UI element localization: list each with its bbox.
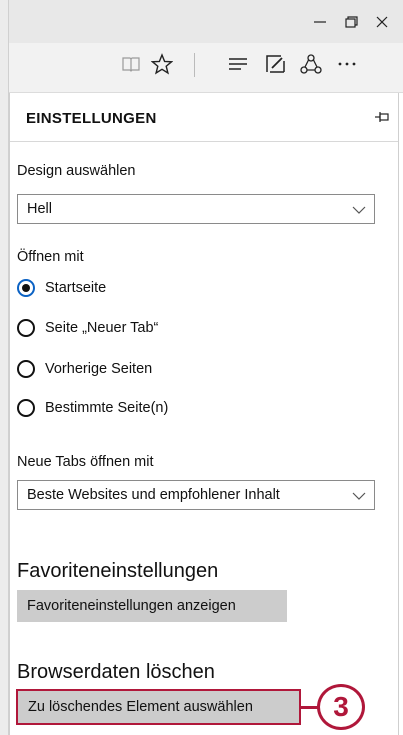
web-note-icon[interactable] — [262, 51, 288, 77]
radio-startseite[interactable]: Startseite — [17, 276, 106, 300]
title-bar — [9, 0, 403, 43]
chevron-down-icon — [352, 203, 366, 215]
toolbar-divider — [194, 53, 195, 77]
design-select-value: Hell — [27, 201, 52, 217]
share-icon[interactable] — [298, 51, 324, 77]
radio-button-checked[interactable] — [17, 279, 35, 297]
radio-vorherige-seiten[interactable]: Vorherige Seiten — [17, 357, 152, 381]
restore-icon[interactable] — [340, 14, 362, 30]
more-icon[interactable] — [334, 51, 360, 77]
open-with-label: Öffnen mit — [17, 249, 84, 265]
settings-header: EINSTELLUNGEN — [10, 93, 398, 142]
radio-bestimmte-seiten[interactable]: Bestimmte Seite(n) — [17, 396, 168, 420]
radio-button[interactable] — [17, 360, 35, 378]
radio-label: Bestimmte Seite(n) — [45, 400, 169, 416]
minimize-icon[interactable] — [309, 14, 331, 30]
radio-button[interactable] — [17, 399, 35, 417]
radio-neuer-tab[interactable]: Seite „Neuer Tab“ — [17, 316, 158, 340]
radio-label: Startseite — [45, 280, 107, 296]
browser-toolbar — [9, 43, 403, 93]
callout-highlight-frame — [16, 689, 301, 725]
new-tabs-select-value: Beste Websites und empfohlener Inhalt — [27, 487, 280, 503]
hub-icon[interactable] — [225, 51, 251, 77]
page-edge — [0, 0, 9, 735]
callout-number-badge: 3 — [317, 684, 365, 730]
design-select[interactable]: Hell — [17, 194, 375, 224]
pin-icon[interactable] — [374, 109, 390, 125]
reading-view-icon[interactable] — [118, 51, 144, 77]
close-icon[interactable] — [371, 14, 393, 30]
radio-label: Seite „Neuer Tab“ — [45, 320, 159, 336]
favorites-star-icon[interactable] — [149, 51, 175, 77]
new-tabs-label: Neue Tabs öffnen mit — [17, 454, 154, 470]
new-tabs-select[interactable]: Beste Websites und empfohlener Inhalt — [17, 480, 375, 510]
settings-title: EINSTELLUNGEN — [26, 110, 157, 127]
radio-button[interactable] — [17, 319, 35, 337]
design-label: Design auswählen — [17, 163, 136, 179]
clear-data-section-title: Browserdaten löschen — [17, 661, 215, 683]
callout-connector — [301, 706, 318, 709]
chevron-down-icon — [352, 489, 366, 501]
favorites-section-title: Favoriteneinstellungen — [17, 560, 219, 582]
radio-label: Vorherige Seiten — [45, 361, 153, 377]
show-favorites-settings-button[interactable]: Favoriteneinstellungen anzeigen — [17, 590, 287, 622]
